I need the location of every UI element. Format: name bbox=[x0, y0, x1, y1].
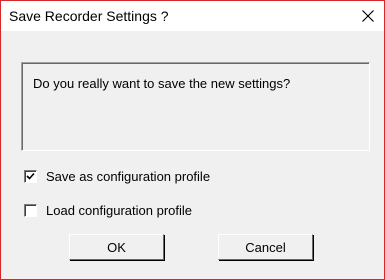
ok-button[interactable]: OK bbox=[69, 234, 164, 260]
checkmark-icon bbox=[26, 172, 35, 180]
message-panel: Do you really want to save the new setti… bbox=[21, 62, 370, 151]
dialog-title: Save Recorder Settings ? bbox=[9, 8, 169, 24]
load-profile-label[interactable]: Load configuration profile bbox=[46, 203, 192, 218]
message-text: Do you really want to save the new setti… bbox=[33, 76, 291, 91]
close-icon bbox=[361, 9, 375, 23]
save-profile-option[interactable]: Save as configuration profile bbox=[24, 168, 210, 184]
title-bar[interactable]: Save Recorder Settings ? bbox=[1, 1, 384, 31]
cancel-button[interactable]: Cancel bbox=[218, 234, 313, 260]
dialog-window: Save Recorder Settings ? Do you really w… bbox=[0, 0, 385, 280]
load-profile-checkbox[interactable] bbox=[24, 203, 37, 217]
close-button[interactable] bbox=[353, 3, 383, 29]
load-profile-option[interactable]: Load configuration profile bbox=[24, 202, 192, 218]
save-profile-checkbox[interactable] bbox=[24, 169, 37, 183]
save-profile-label[interactable]: Save as configuration profile bbox=[46, 169, 210, 184]
